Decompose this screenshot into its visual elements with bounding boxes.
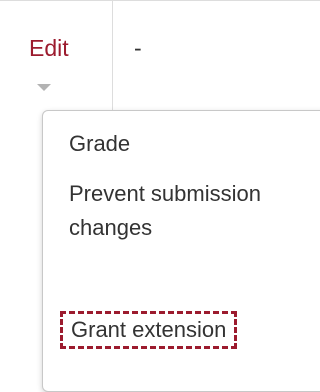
submissions-table: Edit - Grade Prevent submission changes … <box>0 0 320 392</box>
menu-item-prevent-submission-changes[interactable]: Prevent submission changes <box>69 177 269 245</box>
menu-item-grant-extension[interactable]: Grant extension <box>60 311 238 349</box>
row-divider <box>0 0 320 1</box>
menu-item-grade[interactable]: Grade <box>69 127 130 161</box>
edit-dropdown-menu: Grade Prevent submission changes Grant e… <box>42 110 320 392</box>
cell-value: - <box>134 35 142 61</box>
edit-link[interactable]: Edit <box>29 34 69 62</box>
caret-down-icon[interactable] <box>37 84 51 91</box>
